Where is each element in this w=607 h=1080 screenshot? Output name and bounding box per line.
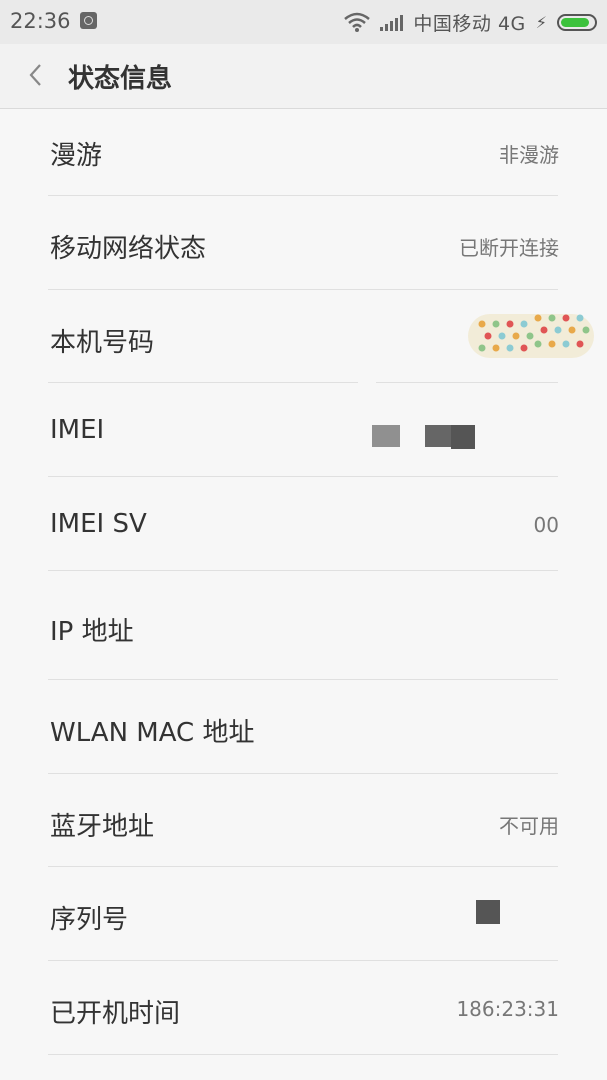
status-right-area: 中国移动 4G ⚡ (344, 8, 597, 36)
list-item-imei-sv[interactable]: IMEI SV 00 (0, 477, 607, 571)
redaction-pattern (468, 314, 594, 358)
row-label: IP 地址 (50, 617, 134, 647)
list-item-wlan-mac[interactable]: WLAN MAC 地址 (0, 680, 607, 773)
row-label: 漫游 (50, 141, 103, 171)
list-item-roaming[interactable]: 漫游 非漫游 (0, 109, 607, 196)
row-value: 00 (533, 513, 559, 537)
wifi-icon (344, 12, 371, 32)
carrier-label: 中国移动 4G (413, 12, 526, 35)
list-item-serial-number[interactable]: 序列号 (0, 867, 607, 961)
row-value: 186:23:31 (456, 997, 559, 1021)
row-label: 蓝牙地址 (50, 812, 155, 842)
title-bar: 状态信息 (0, 44, 607, 109)
redaction-block (451, 425, 475, 449)
row-label: 序列号 (50, 905, 129, 935)
redaction-block (476, 900, 500, 924)
signal-icon (380, 13, 404, 31)
charging-icon: ⚡ (535, 12, 547, 32)
list-item-phone-number[interactable]: 本机号码 (0, 290, 607, 383)
list-item-ip-address[interactable]: IP 地址 (0, 571, 607, 679)
row-label: 移动网络状态 (50, 234, 207, 264)
notification-icon (80, 12, 97, 29)
divider (48, 1054, 558, 1055)
redaction-block (372, 425, 400, 447)
row-label: WLAN MAC 地址 (50, 718, 255, 748)
list-item-network-state[interactable]: 移动网络状态 已断开连接 (0, 196, 607, 290)
chevron-left-icon[interactable] (24, 62, 50, 88)
row-label: 已开机时间 (50, 999, 181, 1029)
page-title: 状态信息 (68, 64, 173, 94)
list-item-imei[interactable]: IMEI (0, 383, 607, 477)
row-value: 不可用 (499, 814, 559, 838)
row-value: 非漫游 (499, 143, 559, 167)
list-item-uptime[interactable]: 已开机时间 186:23:31 (0, 961, 607, 1055)
row-label: 本机号码 (50, 328, 155, 358)
status-bar: 22:36 中国移动 4G ⚡ (0, 0, 607, 44)
battery-icon (557, 13, 597, 31)
row-label: IMEI SV (50, 509, 147, 539)
row-value: 已断开连接 (459, 236, 559, 260)
list-item-bluetooth-address[interactable]: 蓝牙地址 不可用 (0, 774, 607, 867)
redaction-block (425, 425, 451, 447)
status-time: 22:36 (10, 9, 71, 33)
row-label: IMEI (50, 415, 105, 445)
